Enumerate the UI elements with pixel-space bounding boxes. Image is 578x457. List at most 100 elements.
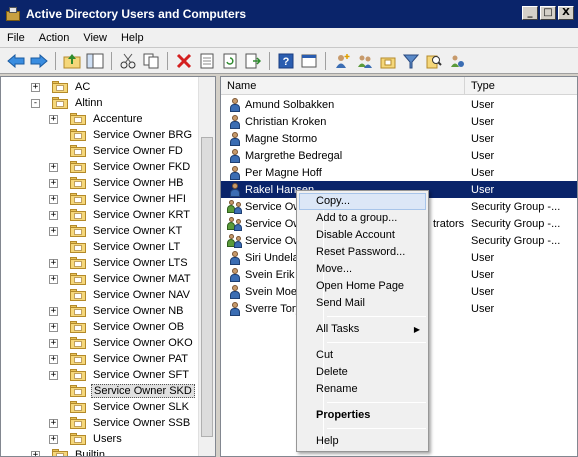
console-tree[interactable]: + AC - Altinn + Accenture Service Owner BRG Ser… (0, 76, 216, 457)
list-row[interactable]: Amund Solbakken User (221, 96, 577, 113)
ou-folder-icon (52, 449, 68, 456)
expand-icon[interactable]: + (49, 418, 58, 428)
menu-item-delete[interactable]: Delete (299, 364, 426, 381)
tree-item-builtin[interactable]: + Builtin (31, 447, 107, 456)
menu-action[interactable]: Action (32, 28, 77, 48)
new-group-icon[interactable] (355, 51, 375, 71)
expand-icon[interactable]: + (49, 210, 58, 220)
tree-item-label: Service Owner KT (93, 225, 183, 237)
menu-item-send-mail[interactable]: Send Mail (299, 295, 426, 312)
menu-item-label: Open Home Page (316, 280, 405, 292)
list-row[interactable]: Christian Kroken User (221, 113, 577, 130)
tree-item-service-owner-lts[interactable]: + Service Owner LTS (49, 255, 190, 271)
menu-view[interactable]: View (76, 28, 114, 48)
new-ou-icon[interactable] (378, 51, 398, 71)
menu-item-move[interactable]: Move... (299, 261, 426, 278)
menu-separator (327, 402, 426, 403)
expand-icon[interactable]: + (49, 274, 58, 284)
tree-item-service-owner-ssb[interactable]: + Service Owner SSB (49, 415, 192, 431)
expand-icon[interactable]: + (49, 194, 58, 204)
scrollbar-thumb[interactable] (201, 137, 213, 437)
tree-item-service-owner-fd[interactable]: Service Owner FD (49, 143, 185, 159)
new-user-icon[interactable] (332, 51, 352, 71)
expand-icon[interactable]: + (49, 434, 58, 444)
refresh-icon[interactable] (220, 51, 240, 71)
ou-folder-icon (70, 385, 86, 397)
tree-item-service-owner-hfi[interactable]: + Service Owner HFI (49, 191, 188, 207)
tree-item-service-owner-ob[interactable]: + Service Owner OB (49, 319, 186, 335)
minimize-button[interactable]: _ (522, 6, 538, 20)
menu-item-open-home-page[interactable]: Open Home Page (299, 278, 426, 295)
expand-icon[interactable]: + (49, 338, 58, 348)
menu-help[interactable]: Help (114, 28, 151, 48)
maximize-button[interactable]: □ (540, 6, 556, 20)
collapse-icon[interactable]: - (31, 98, 40, 108)
tree-item-service-owner-slk[interactable]: Service Owner SLK (49, 399, 191, 415)
menu-item-disable-account[interactable]: Disable Account (299, 227, 426, 244)
menu-item-label: Add to a group... (316, 212, 398, 224)
column-type-header[interactable]: Type (465, 77, 577, 95)
menu-item-label: Help (316, 435, 339, 447)
list-row[interactable]: Margrethe Bedregal User (221, 147, 577, 164)
tree-item-service-owner-nav[interactable]: Service Owner NAV (49, 287, 192, 303)
tree-item-service-owner-fkd[interactable]: + Service Owner FKD (49, 159, 192, 175)
console-tree-icon[interactable] (299, 51, 319, 71)
expand-icon[interactable]: + (49, 162, 58, 172)
expand-icon[interactable]: + (49, 370, 58, 380)
tree-item-label: Accenture (93, 113, 143, 125)
tree-item-service-owner-skd[interactable]: Service Owner SKD (49, 383, 195, 399)
cut-icon[interactable] (118, 51, 138, 71)
forward-arrow-icon[interactable] (29, 51, 49, 71)
show-tree-icon[interactable] (85, 51, 105, 71)
copy-icon[interactable] (141, 51, 161, 71)
tree-item-altinn[interactable]: - Altinn (31, 95, 105, 111)
back-arrow-icon[interactable] (6, 51, 26, 71)
menu-item-reset-password[interactable]: Reset Password... (299, 244, 426, 261)
tree-item-ac[interactable]: + AC (31, 79, 92, 95)
tree-item-service-owner-krt[interactable]: + Service Owner KRT (49, 207, 192, 223)
tree-item-label: Altinn (75, 97, 103, 109)
column-name-header[interactable]: Name (221, 77, 465, 95)
menu-item-help[interactable]: Help (299, 433, 426, 450)
add-to-group-icon[interactable] (447, 51, 467, 71)
tree-vertical-scrollbar[interactable] (198, 77, 215, 456)
tree-item-service-owner-nb[interactable]: + Service Owner NB (49, 303, 185, 319)
expand-icon[interactable]: + (49, 306, 58, 316)
help-icon[interactable]: ? (276, 51, 296, 71)
properties-icon[interactable] (197, 51, 217, 71)
expand-icon[interactable]: + (31, 450, 40, 456)
tree-item-service-owner-brg[interactable]: Service Owner BRG (49, 127, 194, 143)
expand-icon[interactable]: + (49, 226, 58, 236)
find-icon[interactable] (424, 51, 444, 71)
delete-icon[interactable] (174, 51, 194, 71)
expand-icon[interactable]: + (49, 114, 58, 124)
cell-type: Security Group -... (471, 217, 561, 230)
menu-item-add-to-a-group[interactable]: Add to a group... (299, 210, 426, 227)
tree-item-service-owner-pat[interactable]: + Service Owner PAT (49, 351, 190, 367)
export-list-icon[interactable] (243, 51, 263, 71)
tree-item-service-owner-sft[interactable]: + Service Owner SFT (49, 367, 191, 383)
tree-item-accenture[interactable]: + Accenture (49, 111, 145, 127)
menu-item-rename[interactable]: Rename (299, 381, 426, 398)
tree-item-service-owner-hb[interactable]: + Service Owner HB (49, 175, 185, 191)
expand-icon[interactable]: + (49, 178, 58, 188)
close-button[interactable]: X (558, 6, 574, 20)
up-folder-icon[interactable] (62, 51, 82, 71)
expand-icon[interactable]: + (49, 354, 58, 364)
tree-item-service-owner-mat[interactable]: + Service Owner MAT (49, 271, 193, 287)
list-row[interactable]: Magne Stormo User (221, 130, 577, 147)
menu-item-cut[interactable]: Cut (299, 347, 426, 364)
tree-item-service-owner-kt[interactable]: + Service Owner KT (49, 223, 184, 239)
list-row[interactable]: Per Magne Hoff User (221, 164, 577, 181)
tree-item-service-owner-lt[interactable]: Service Owner LT (49, 239, 182, 255)
menu-item-copy[interactable]: Copy... (299, 193, 426, 210)
menu-file[interactable]: File (0, 28, 32, 48)
filter-icon[interactable] (401, 51, 421, 71)
expand-icon[interactable]: + (31, 82, 40, 92)
menu-item-all-tasks[interactable]: All Tasks ▶ (299, 321, 426, 338)
menu-item-properties[interactable]: Properties (299, 407, 426, 424)
expand-icon[interactable]: + (49, 322, 58, 332)
tree-item-users[interactable]: + Users (49, 431, 124, 447)
expand-icon[interactable]: + (49, 258, 58, 268)
tree-item-service-owner-oko[interactable]: + Service Owner OKO (49, 335, 195, 351)
